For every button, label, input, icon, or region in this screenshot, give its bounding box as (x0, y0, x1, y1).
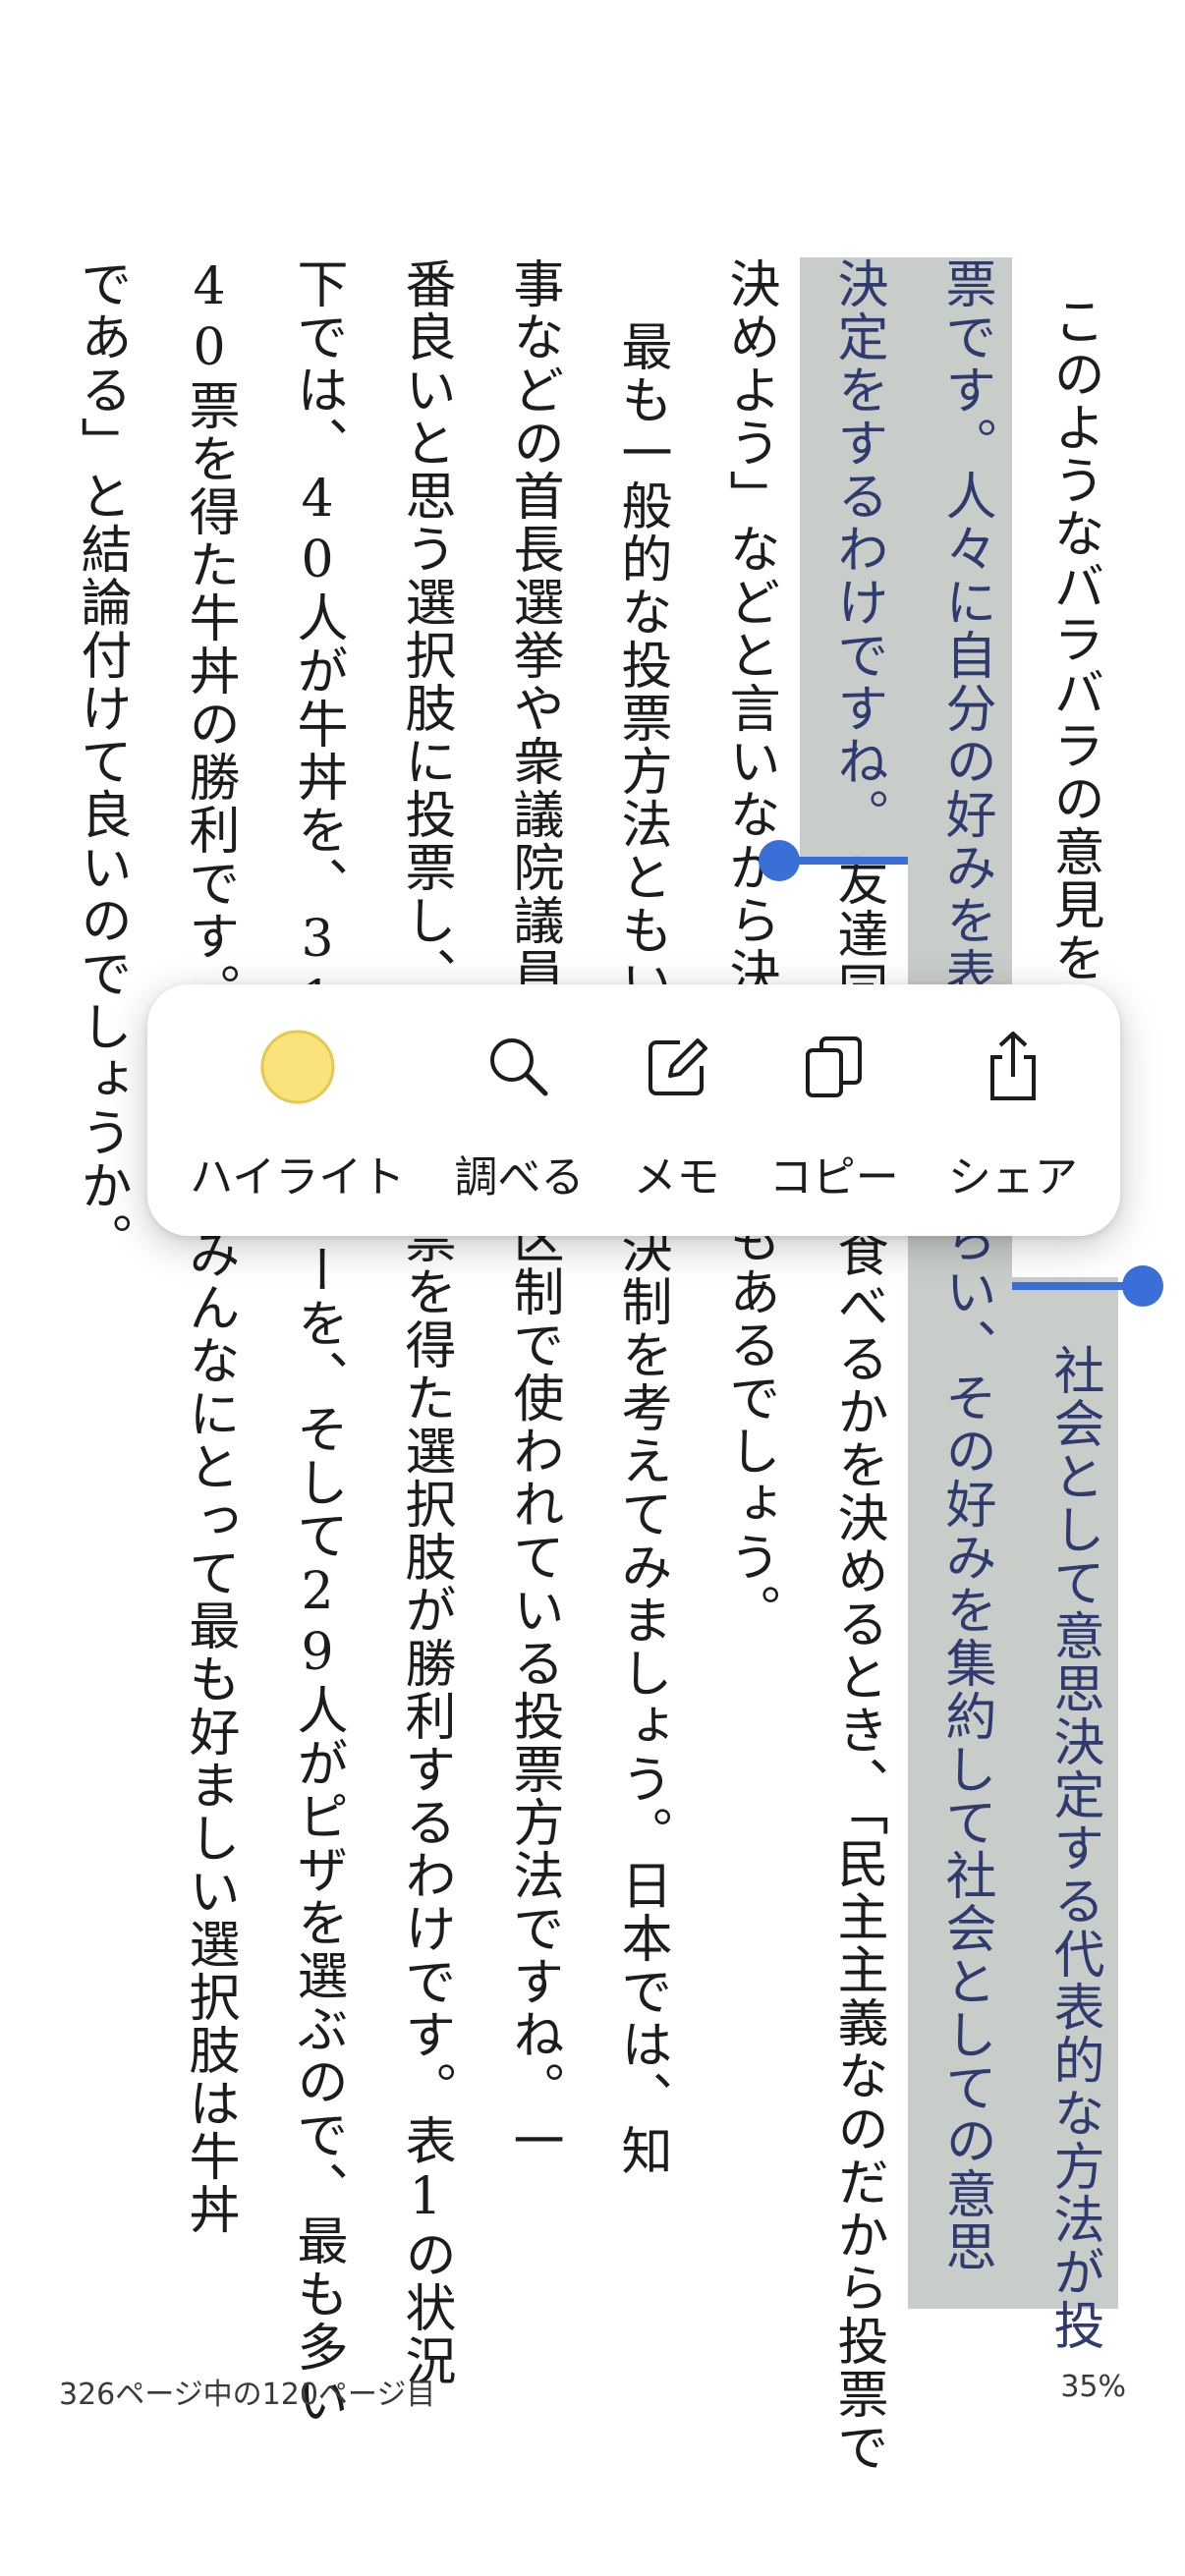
share-label: シェア (947, 1152, 1078, 1203)
text-column-9: 40票を得た牛丼の勝利です。つまり「みんなにとって最も好ましい選択肢は牛丼 (180, 257, 239, 2236)
page-position-indicator: 326ページ中の120ページ目 (59, 2378, 436, 2412)
text-column-1-tail: 社会として意思決定する代表的な方法が投 (1044, 1344, 1103, 2352)
highlight-color-icon (258, 1028, 337, 1106)
highlight-button[interactable]: ハイライト (190, 984, 405, 1236)
share-button[interactable]: シェア (948, 984, 1078, 1236)
note-label: メモ (633, 1152, 720, 1203)
text-column-8: 下では、40人が牛丼を、31人がカレーを、そして29人がピザを選ぶので、最も多い (288, 257, 347, 2427)
reading-progress: 35% (1060, 2370, 1126, 2404)
text-column-10: である」と結論付けて良いのでしょうか。 (72, 257, 131, 1265)
text-column-1: このようなバラバラの意見を (1044, 295, 1103, 984)
copy-button[interactable]: コピー (769, 984, 899, 1236)
lookup-label: 調べる (454, 1152, 585, 1203)
text-column-2: 票です。人々に自分の好みを表明してもらい、その好みを集約して社会としての意思 (936, 257, 995, 2273)
highlight-label: ハイライト (190, 1152, 406, 1203)
note-edit-icon (638, 1028, 716, 1106)
selection-context-menu: ハイライト 調べる メモ コピー シェア (147, 984, 1120, 1236)
search-icon (480, 1028, 558, 1106)
copy-label: コピー (768, 1152, 899, 1203)
share-icon (974, 1028, 1052, 1106)
text-column-4: 決めよう」などと言いながら決めることもあるでしょう。 (720, 257, 779, 1637)
selection-start-handle[interactable] (759, 840, 800, 881)
selection-end-handle[interactable] (1122, 1265, 1163, 1307)
note-button[interactable]: メモ (634, 984, 720, 1236)
text-column-5: 最も一般的な投票方法ともいえる多数決制を考えてみましょう。日本では、知 (612, 320, 671, 2177)
lookup-button[interactable]: 調べる (454, 984, 584, 1236)
copy-icon (795, 1028, 874, 1106)
text-column-7: 番良いと思う選択肢に投票し、最も多く票を得た選択肢が勝利するわけです。表1の状況 (396, 257, 455, 2387)
selection-end-handle-bar[interactable] (1012, 1282, 1140, 1290)
text-column-3: 決定をするわけですね。 (828, 257, 887, 841)
